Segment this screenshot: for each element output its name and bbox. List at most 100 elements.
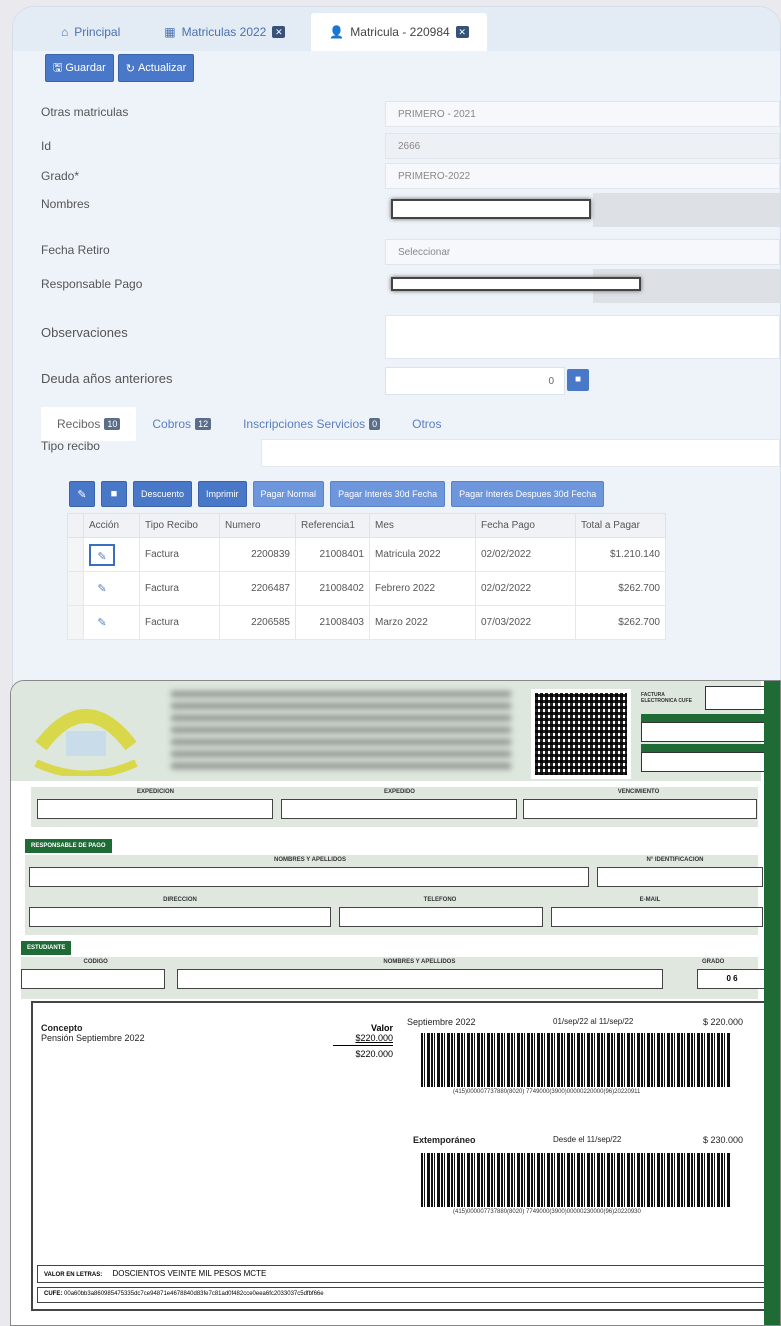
observaciones-field[interactable] <box>385 315 780 359</box>
pay1-range: 01/sep/22 al 11/sep/22 <box>553 1017 634 1026</box>
edit-icon[interactable]: ✎ <box>89 543 115 566</box>
close-icon[interactable]: ✕ <box>272 26 286 38</box>
table-row[interactable]: ✎ Factura 2200839 21008401 Matricula 202… <box>67 537 666 572</box>
action-cell: ✎ <box>83 537 140 572</box>
fecha-cell: 07/03/2022 <box>475 605 576 640</box>
select-column <box>67 513 84 538</box>
responsable-nombre-box <box>29 867 589 887</box>
subtab-recibos[interactable]: Recibos 10 <box>41 407 137 441</box>
responsable-redacted[interactable] <box>391 277 641 291</box>
save-button[interactable]: 🖫 Guardar <box>45 54 114 82</box>
otras-matriculas-field[interactable]: PRIMERO - 2021 <box>385 101 780 127</box>
tab-matricula[interactable]: 👤 Matricula - 220984 ✕ <box>311 13 487 51</box>
column-header[interactable]: Tipo Recibo <box>139 513 220 538</box>
imprimir-button[interactable]: Imprimir <box>198 481 247 507</box>
fecha-retiro-label: Fecha Retiro <box>41 243 110 257</box>
nombres-field-bg <box>593 193 780 227</box>
app-window: ⌂ Principal ▦ Matriculas 2022 ✕ 👤 Matric… <box>12 6 781 706</box>
grado-label: GRADO <box>702 959 725 965</box>
tipo-recibo-field[interactable] <box>261 439 780 467</box>
total-cell: $262.700 <box>575 605 666 640</box>
tab-label: Principal <box>74 25 121 39</box>
column-header[interactable]: Total a Pagar <box>575 513 666 538</box>
email-label: E-MAIL <box>639 897 661 903</box>
subtab-inscripciones[interactable]: Inscripciones Servicios 0 <box>227 407 396 441</box>
subtab-label: Recibos <box>57 417 101 431</box>
referencia-cell: 21008403 <box>295 605 370 640</box>
row-selector[interactable] <box>67 571 84 606</box>
letters-value: DOSCIENTOS VEINTE MIL PESOS MCTE <box>112 1269 267 1278</box>
column-header[interactable]: Mes <box>369 513 476 538</box>
pay2-amount: $ 230.000 <box>703 1135 744 1145</box>
mes-cell: Matricula 2022 <box>369 537 476 572</box>
refresh-label: Actualizar <box>137 62 187 74</box>
id-label: Id <box>41 139 52 153</box>
expedicion-box <box>37 799 273 819</box>
row-selector[interactable] <box>67 537 84 572</box>
tab-matriculas[interactable]: ▦ Matriculas 2022 ✕ <box>146 13 303 51</box>
column-header[interactable]: Referencia1 <box>295 513 370 538</box>
edit-icon[interactable]: ✎ <box>89 578 115 600</box>
valor-header: Valor <box>370 1023 393 1033</box>
codigo-label: CODIGO <box>83 959 108 965</box>
responsable-section-label: RESPONSABLE DE PAGO <box>25 839 112 853</box>
invoice-header: FACTURA ELECTRONICA CUFE <box>11 681 769 781</box>
column-header[interactable]: Fecha Pago <box>475 513 576 538</box>
concepto-header: Concepto <box>41 1023 83 1033</box>
estudiante-nombre-label: NOMBRES Y APELLIDOS <box>383 959 456 965</box>
cufe-label: CUFE: <box>44 1291 63 1297</box>
table-header-row: Acción Tipo Recibo Numero Referencia1 Me… <box>67 513 666 538</box>
descuento-button[interactable]: Descuento <box>133 481 193 507</box>
expedido-box <box>281 799 517 819</box>
direccion-box <box>29 907 331 927</box>
delete-button[interactable]: ■ <box>101 481 127 507</box>
deuda-action-button[interactable]: ■ <box>567 369 589 391</box>
table-row[interactable]: ✎ Factura 2206487 21008402 Febrero 2022 … <box>67 571 666 606</box>
pagar-normal-button[interactable]: Pagar Normal <box>252 481 325 507</box>
valor-en-letras: VALOR EN LETRAS: DOSCIENTOS VEINTE MIL P… <box>37 1265 765 1283</box>
side-band <box>764 681 780 1325</box>
tab-principal[interactable]: ⌂ Principal <box>43 13 138 51</box>
deuda-input[interactable]: 0 <box>385 367 565 395</box>
factura-electronica-box: FACTURA ELECTRONICA CUFE <box>641 686 769 772</box>
row-selector[interactable] <box>67 605 84 640</box>
column-header[interactable]: Acción <box>83 513 140 538</box>
grado-label: Grado* <box>41 169 80 183</box>
edit-icon[interactable]: ✎ <box>89 612 115 634</box>
estudiante-headers: CODIGO NOMBRES Y APELLIDOS GRADO <box>21 957 758 967</box>
deuda-label: Deuda años anteriores <box>41 371 173 386</box>
subtab-otros[interactable]: Otros <box>396 407 457 441</box>
pagar-interes-30-button[interactable]: Pagar Interés 30d Fecha <box>330 481 446 507</box>
email-box <box>551 907 763 927</box>
school-logo <box>34 709 138 776</box>
fecha-retiro-field[interactable]: Seleccionar <box>385 239 780 265</box>
factura-number-box <box>705 686 765 710</box>
subtab-label: Cobros <box>152 417 192 431</box>
edit-button[interactable]: ✎ <box>69 481 95 507</box>
grado-field[interactable]: PRIMERO-2022 <box>385 163 780 189</box>
green-bar <box>641 744 769 752</box>
count-badge: 12 <box>195 418 212 430</box>
tab-bar: ⌂ Principal ▦ Matriculas 2022 ✕ 👤 Matric… <box>13 7 780 51</box>
valor-item: $220.000 <box>355 1033 393 1043</box>
column-header[interactable]: Numero <box>219 513 296 538</box>
payment-body: Concepto Pensión Septiembre 2022 Valor $… <box>31 1001 771 1311</box>
expedicion-label: EXPEDICION <box>136 789 174 795</box>
subtab-cobros[interactable]: Cobros 12 <box>136 407 227 441</box>
home-icon: ⌂ <box>61 25 69 39</box>
total-cell: $262.700 <box>575 571 666 606</box>
table-row[interactable]: ✎ Factura 2206585 21008403 Marzo 2022 07… <box>67 605 666 640</box>
pagar-interes-despues-button[interactable]: Pagar Interés Despues 30d Fecha <box>451 481 605 507</box>
mes-cell: Marzo 2022 <box>369 605 476 640</box>
responsable-label: Responsable Pago <box>41 277 143 291</box>
valor-total: $220.000 <box>333 1045 393 1059</box>
recibos-table: Acción Tipo Recibo Numero Referencia1 Me… <box>67 513 666 640</box>
concepto-item: Pensión Septiembre 2022 <box>41 1033 145 1043</box>
direccion-label: DIRECCION <box>163 897 197 903</box>
save-label: Guardar <box>65 62 106 74</box>
close-icon[interactable]: ✕ <box>455 26 469 38</box>
refresh-button[interactable]: ↻ Actualizar <box>117 54 195 82</box>
identificacion-label: N° IDENTIFICACION <box>646 857 704 863</box>
fecha-cell: 02/02/2022 <box>475 537 576 572</box>
nombres-redacted[interactable] <box>391 199 591 219</box>
